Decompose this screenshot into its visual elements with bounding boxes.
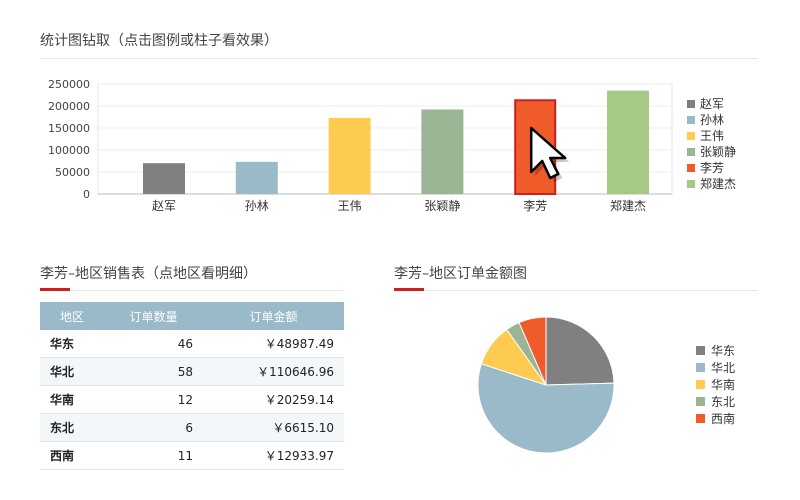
bar[interactable] (328, 117, 371, 194)
x-tick-label: 赵军 (152, 199, 176, 213)
count-cell: 46 (104, 330, 203, 358)
region-cell[interactable]: 东北 (40, 413, 105, 442)
amount-cell: ￥6615.10 (202, 413, 344, 442)
pie-title-divider (394, 290, 758, 291)
table-row[interactable]: 西南 11 ￥12933.97 (40, 441, 344, 470)
y-tick-label: 100000 (48, 144, 90, 157)
y-tick-label: 50000 (55, 166, 90, 179)
bar[interactable] (607, 90, 649, 194)
legend-swatch[interactable] (687, 148, 695, 156)
x-tick-label: 李芳 (523, 198, 547, 213)
count-cell: 58 (104, 357, 203, 386)
region-cell[interactable]: 华北 (40, 357, 105, 386)
y-tick-label: 250000 (48, 78, 90, 91)
legend-swatch[interactable] (687, 100, 695, 108)
pie-title-accent (394, 288, 424, 291)
region-cell[interactable]: 华南 (40, 385, 105, 414)
legend-label[interactable]: 王伟 (700, 129, 724, 143)
count-cell: 12 (104, 385, 203, 414)
region-cell[interactable]: 西南 (40, 441, 105, 470)
legend-swatch[interactable] (687, 164, 695, 172)
bar[interactable] (421, 109, 464, 194)
bar[interactable] (235, 161, 278, 194)
table-title-accent (40, 288, 70, 291)
amount-cell: ￥12933.97 (202, 441, 344, 470)
table-title: 李芳–地区销售表（点地区看明细） (40, 266, 257, 282)
legend-label[interactable]: 孙林 (700, 113, 724, 127)
amount-cell: ￥48987.49 (202, 330, 344, 358)
legend-swatch[interactable] (687, 180, 695, 188)
amount-cell: ￥20259.14 (202, 385, 344, 414)
region-cell[interactable]: 华东 (40, 330, 105, 358)
x-tick-label: 王伟 (338, 199, 362, 213)
table-row[interactable]: 华东 46 ￥48987.49 (40, 330, 344, 358)
x-tick-label: 孙林 (245, 199, 269, 213)
legend-swatch[interactable] (687, 132, 695, 140)
legend-label[interactable]: 赵军 (700, 97, 724, 111)
legend-swatch[interactable] (687, 116, 695, 124)
x-tick-label: 郑建杰 (610, 198, 646, 213)
bar[interactable] (143, 163, 185, 194)
table-row[interactable]: 东北 6 ￥6615.10 (40, 413, 344, 442)
table-row[interactable]: 华南 12 ￥20259.14 (40, 385, 344, 414)
table-header-row: 地区 订单数量 订单金额 (40, 302, 344, 330)
y-tick-label: 200000 (48, 100, 90, 113)
amount-cell: ￥110646.96 (202, 357, 344, 386)
table-row[interactable]: 华北 58 ￥110646.96 (40, 357, 344, 386)
table-title-divider (40, 290, 344, 291)
y-tick-label: 150000 (48, 122, 90, 135)
column-header-region: 地区 (40, 302, 105, 330)
y-tick-label: 0 (83, 188, 90, 201)
x-tick-label: 张颖静 (424, 199, 460, 213)
sales-table: 地区 订单数量 订单金额 华东 46 ￥48987.49 华北 58 ￥1106… (40, 302, 344, 470)
pie-title: 李芳–地区订单金额图 (394, 266, 527, 282)
column-header-count: 订单数量 (104, 302, 203, 330)
legend-label[interactable]: 李芳 (700, 160, 724, 175)
count-cell: 11 (104, 441, 203, 470)
column-header-amount: 订单金额 (202, 302, 344, 330)
legend-label[interactable]: 郑建杰 (700, 176, 736, 191)
count-cell: 6 (104, 413, 203, 442)
legend-label[interactable]: 张颖静 (700, 145, 736, 159)
